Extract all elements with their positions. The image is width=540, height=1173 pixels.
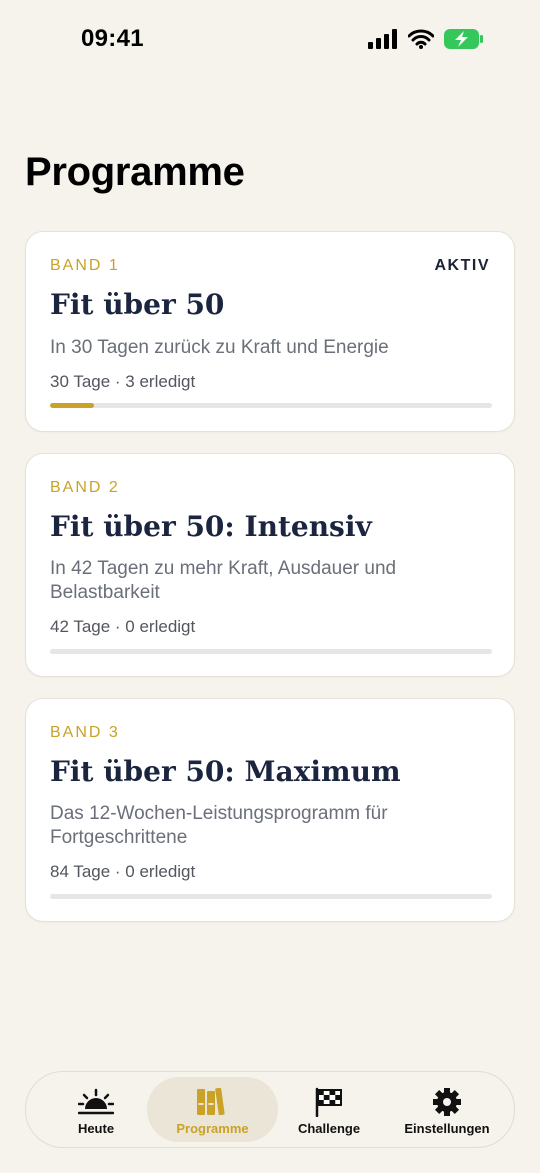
program-card-band-1[interactable]: BAND 1 AKTIV Fit über 50 In 30 Tagen zur… xyxy=(25,231,515,432)
card-meta: 30 Tage · 3 erledigt xyxy=(50,372,196,391)
card-title: Fit über 50: Intensiv xyxy=(50,510,372,543)
program-card-band-2[interactable]: BAND 2 Fit über 50: Intensiv In 42 Tagen… xyxy=(25,453,515,677)
tab-heute[interactable]: Heute xyxy=(46,1077,146,1142)
tab-challenge[interactable]: Challenge xyxy=(279,1077,379,1142)
wifi-icon xyxy=(408,29,434,49)
screen: 09:41 Programme BAND 1 AKTIV Fit über 50… xyxy=(0,0,540,1173)
tab-label: Einstellungen xyxy=(404,1121,490,1136)
cellular-signal-icon xyxy=(368,29,397,49)
card-description: In 42 Tagen zu mehr Kraft, Ausdauer und … xyxy=(50,558,397,603)
card-title: Fit über 50: Maximum xyxy=(50,755,401,788)
tab-einstellungen[interactable]: Einstellungen xyxy=(392,1077,502,1142)
progress-fill xyxy=(50,403,95,408)
battery-charging-icon xyxy=(444,29,483,49)
tab-label: Programme xyxy=(176,1121,249,1136)
card-band-label: BAND 2 xyxy=(50,479,120,496)
tab-programme[interactable]: Programme xyxy=(147,1077,278,1142)
checkered-flag-icon xyxy=(315,1087,342,1117)
progress-track xyxy=(50,649,492,654)
card-title: Fit über 50 xyxy=(50,288,225,321)
tab-label: Challenge xyxy=(297,1121,361,1136)
status-time: 09:41 xyxy=(81,25,144,52)
tab-bar: Heute Programme Challenge Einstellungen xyxy=(25,1071,515,1148)
progress-track xyxy=(50,894,492,899)
card-band-label: BAND 1 xyxy=(50,257,120,274)
card-description: In 30 Tagen zurück zu Kraft und Energie xyxy=(50,337,389,358)
gear-icon xyxy=(433,1088,461,1116)
status-bar: 09:41 xyxy=(0,0,540,80)
card-meta: 42 Tage · 0 erledigt xyxy=(50,617,196,636)
program-card-band-3[interactable]: BAND 3 Fit über 50: Maximum Das 12-Woche… xyxy=(25,698,515,922)
card-meta: 84 Tage · 0 erledigt xyxy=(50,862,196,881)
card-description: Das 12-Wochen-Leistungsprogramm für Fort… xyxy=(50,803,388,848)
tab-label: Heute xyxy=(77,1121,115,1136)
progress-track xyxy=(50,403,492,408)
books-icon xyxy=(196,1087,225,1116)
card-band-label: BAND 3 xyxy=(50,724,120,741)
status-icons xyxy=(368,28,484,50)
sunrise-icon xyxy=(78,1088,114,1115)
active-badge: AKTIV xyxy=(434,257,490,274)
page-title: Programme xyxy=(25,150,245,194)
